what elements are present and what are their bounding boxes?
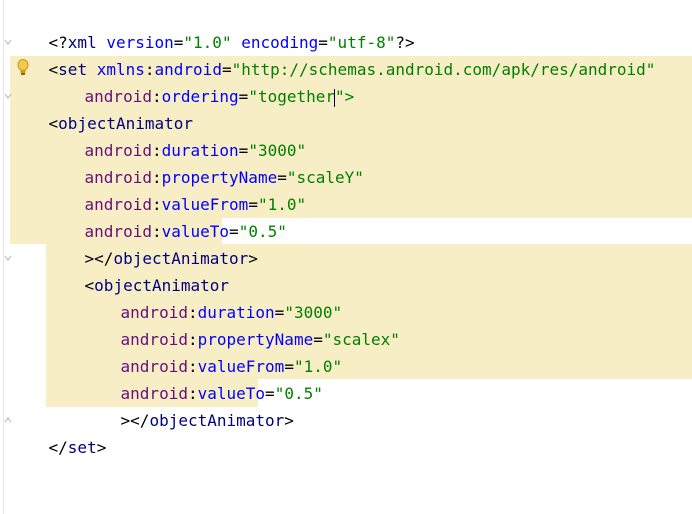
code-line-10[interactable]: <objectAnimator xyxy=(46,245,230,295)
code-line-11[interactable]: android:duration="3000" xyxy=(82,272,343,322)
attr-value: "together xyxy=(248,87,336,106)
tag-name: objectAnimator xyxy=(149,411,285,430)
tag-end: > xyxy=(120,411,131,430)
tag-end: > xyxy=(96,438,107,457)
code-line-6[interactable]: android:propertyName="scaleY" xyxy=(46,137,364,187)
code-line-9[interactable]: ></objectAnimator> xyxy=(46,218,258,268)
code-line-8[interactable]: android:valueTo="0.5" xyxy=(46,191,287,241)
tag-end: > xyxy=(284,411,294,430)
code-editor[interactable]: <?xml version="1.0" encoding="utf-8"?> <… xyxy=(0,0,692,514)
code-line-15[interactable]: ></objectAnimator> xyxy=(82,380,294,430)
tag-name: set xyxy=(67,438,97,457)
code-line-3[interactable]: android:ordering="together"> xyxy=(46,56,354,107)
fold-marker-icon[interactable] xyxy=(4,254,12,262)
code-line-1[interactable]: <?xml version="1.0" encoding="utf-8"?> xyxy=(10,2,415,52)
code-line-4[interactable]: <objectAnimator xyxy=(10,83,194,133)
tag-close-open: </ xyxy=(130,411,150,430)
tag-close-open: </ xyxy=(48,438,68,457)
code-line-13[interactable]: android:valueFrom="1.0" xyxy=(82,326,343,376)
code-line-14[interactable]: android:valueTo="0.5" xyxy=(82,353,323,403)
tag-end: > xyxy=(248,249,258,268)
code-line-16[interactable]: </set> xyxy=(10,407,107,457)
code-line-12[interactable]: android:propertyName="scalex" xyxy=(82,299,400,349)
tag-end: "> xyxy=(335,87,355,106)
code-line-5[interactable]: android:duration="3000" xyxy=(46,110,307,160)
code-line-7[interactable]: android:valueFrom="1.0" xyxy=(46,164,307,214)
code-line-2[interactable]: <set xmlns:android="http://schemas.andro… xyxy=(10,29,656,79)
equals-sign: = xyxy=(238,87,249,106)
